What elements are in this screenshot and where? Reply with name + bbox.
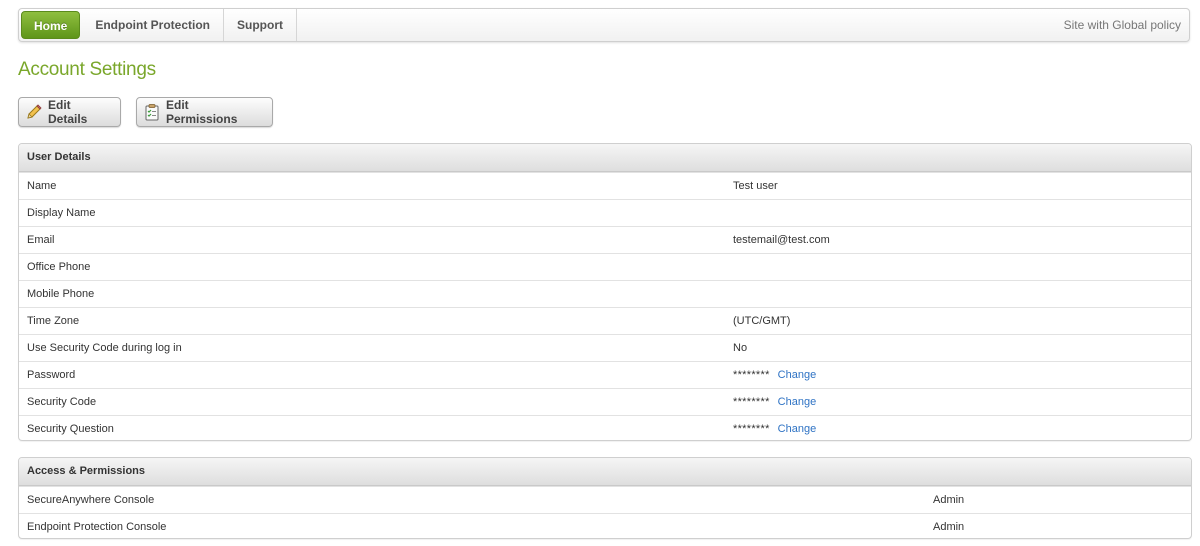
console-label: SecureAnywhere Console — [27, 494, 155, 506]
table-row: Use Security Code during log in No — [19, 334, 1191, 361]
site-policy-label: Site with Global policy — [1063, 18, 1181, 32]
masked-password: ******** — [733, 369, 770, 381]
field-label: Mobile Phone — [27, 288, 95, 300]
permission-value: Admin — [933, 521, 965, 533]
access-permissions-panel: Access & Permissions SecureAnywhere Cons… — [18, 457, 1192, 539]
field-label: Name — [27, 180, 57, 192]
field-value-group: ******** Change — [733, 389, 816, 416]
table-row: Name Test user — [19, 172, 1191, 199]
edit-permissions-label: Edit Permissions — [166, 98, 238, 126]
masked-security-question: ******** — [733, 423, 770, 435]
field-value: (UTC/GMT) — [733, 315, 791, 327]
field-label: Security Code — [27, 396, 97, 408]
change-security-question-link[interactable]: Change — [778, 423, 817, 435]
table-row: SecureAnywhere Console Admin — [19, 486, 1191, 513]
edit-permissions-button[interactable]: Edit Permissions — [136, 97, 273, 127]
field-label: Time Zone — [27, 315, 80, 327]
user-details-panel: User Details Name Test user Display Name… — [18, 143, 1192, 441]
pencil-icon — [25, 103, 43, 121]
main-nav: Home Endpoint Protection Support — [19, 9, 297, 41]
field-label: Use Security Code during log in — [27, 342, 182, 354]
field-label: Office Phone — [27, 261, 91, 273]
masked-security-code: ******** — [733, 396, 770, 408]
field-label: Security Question — [27, 423, 114, 435]
table-row: Security Code ******** Change — [19, 388, 1191, 415]
field-label: Email — [27, 234, 55, 246]
console-label: Endpoint Protection Console — [27, 521, 167, 533]
table-row: Office Phone — [19, 253, 1191, 280]
access-permissions-header: Access & Permissions — [19, 458, 1191, 486]
field-label: Display Name — [27, 207, 96, 219]
table-row: Display Name — [19, 199, 1191, 226]
field-label: Password — [27, 369, 76, 381]
top-navigation-bar: Home Endpoint Protection Support Site wi… — [18, 8, 1190, 42]
field-value: Test user — [733, 180, 778, 192]
permission-value: Admin — [933, 494, 965, 506]
change-security-code-link[interactable]: Change — [778, 396, 817, 408]
table-row: Email testemail@test.com — [19, 226, 1191, 253]
table-row: Endpoint Protection Console Admin — [19, 513, 1191, 538]
field-value: No — [733, 342, 748, 354]
change-password-link[interactable]: Change — [778, 369, 817, 381]
field-value-group: ******** Change — [733, 416, 817, 440]
field-value-group: ******** Change — [733, 362, 816, 389]
edit-details-button[interactable]: Edit Details — [18, 97, 121, 127]
checklist-icon — [143, 103, 161, 121]
nav-tab-home[interactable]: Home — [21, 11, 81, 39]
table-row: Security Question ******** Change — [19, 415, 1191, 440]
page-title: Account Settings — [18, 59, 156, 80]
edit-details-label: Edit Details — [48, 98, 88, 126]
nav-tab-support[interactable]: Support — [224, 9, 297, 41]
nav-tab-endpoint-protection[interactable]: Endpoint Protection — [82, 9, 224, 41]
user-details-header: User Details — [19, 144, 1191, 172]
table-row: Mobile Phone — [19, 280, 1191, 307]
table-row: Password ******** Change — [19, 361, 1191, 388]
field-value: testemail@test.com — [733, 234, 830, 246]
table-row: Time Zone (UTC/GMT) — [19, 307, 1191, 334]
